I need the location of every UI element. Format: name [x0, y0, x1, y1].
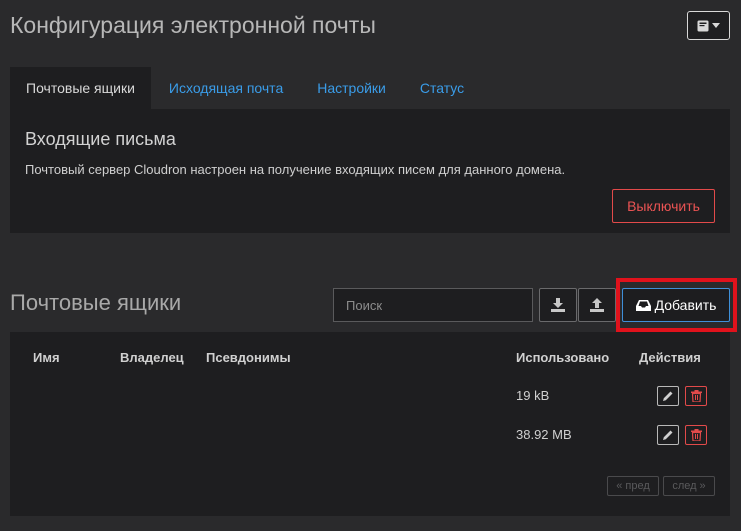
edit-mailbox-button[interactable] [657, 425, 679, 445]
pencil-icon [663, 430, 673, 440]
mailboxes-section-title: Почтовые ящики [10, 290, 182, 315]
mailboxes-table: Имя Владелец Псевдонимы Использовано Дей… [10, 332, 730, 516]
download-icon [551, 298, 565, 312]
incoming-mail-title: Входящие письма [25, 129, 176, 149]
pager-next-button[interactable]: след » [663, 476, 715, 496]
double-chevron-left-icon: « [616, 480, 623, 492]
disable-incoming-button[interactable]: Выключить [612, 189, 715, 223]
add-mailbox-button[interactable]: Добавить [622, 288, 730, 322]
page-title: Конфигурация электронной почты [10, 12, 376, 38]
search-input[interactable] [333, 288, 533, 322]
column-header-actions: Действия [639, 350, 701, 365]
tab-settings[interactable]: Настройки [303, 67, 406, 109]
column-header-name: Имя [33, 350, 60, 365]
tab-outgoing-mail[interactable]: Исходящая почта [155, 67, 303, 109]
delete-mailbox-button[interactable] [685, 386, 707, 406]
caret-down-icon [712, 23, 720, 28]
delete-mailbox-button[interactable] [685, 425, 707, 445]
double-chevron-right-icon: » [699, 480, 706, 492]
book-menu-button[interactable] [687, 11, 730, 40]
column-header-owner: Владелец [120, 350, 184, 365]
row-used: 19 kB [516, 388, 550, 403]
trash-icon [690, 390, 702, 402]
column-header-aliases: Псевдонимы [206, 350, 291, 365]
column-header-used: Использовано [516, 350, 610, 365]
download-button[interactable] [539, 288, 577, 322]
tab-mailboxes[interactable]: Почтовые ящики [10, 67, 151, 109]
trash-icon [690, 429, 702, 441]
tab-status[interactable]: Статус [406, 67, 478, 109]
book-icon [697, 20, 720, 32]
pager-prev-button[interactable]: « пред [607, 476, 659, 496]
upload-icon [590, 298, 604, 312]
incoming-mail-description: Почтовый сервер Cloudron настроен на пол… [25, 162, 566, 177]
upload-button[interactable] [578, 288, 616, 322]
inbox-icon [635, 299, 651, 311]
pager-prev-label: пред [625, 480, 650, 492]
tab-bar: Почтовые ящики Исходящая почта Настройки… [10, 67, 478, 109]
pager-next-label: след [672, 480, 697, 492]
edit-mailbox-button[interactable] [657, 386, 679, 406]
incoming-mail-panel: Входящие письма Почтовый сервер Cloudron… [10, 109, 730, 233]
add-mailbox-label: Добавить [654, 297, 717, 313]
pencil-icon [663, 391, 673, 401]
row-used: 38.92 MB [516, 427, 572, 442]
